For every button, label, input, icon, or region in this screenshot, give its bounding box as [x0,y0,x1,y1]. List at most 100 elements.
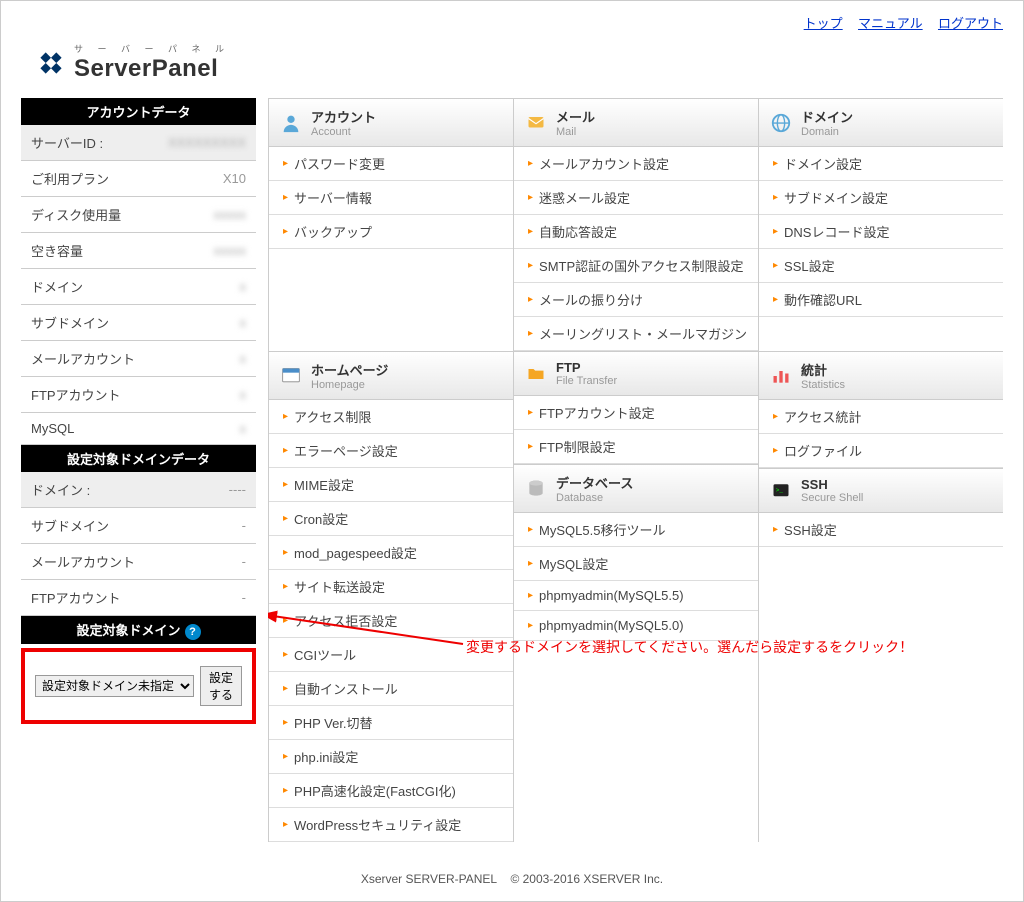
terminal-icon: >_ [769,481,793,501]
sidebar-row: サーバーID :XXXXXXXXX [21,125,256,161]
bullet-icon: ▸ [283,785,288,796]
svg-text:>_: >_ [776,486,784,493]
menu-item[interactable]: ▸SSL設定 [759,249,1003,283]
sidebar: アカウントデータ サーバーID :XXXXXXXXXご利用プランX10ディスク使… [21,98,256,842]
bullet-icon: ▸ [283,683,288,694]
domain-select-box: 設定対象ドメイン未指定 設定する [21,648,256,724]
menu-item[interactable]: ▸アクセス拒否設定 [269,604,513,638]
link-manual[interactable]: マニュアル [858,16,923,31]
bullet-icon: ▸ [773,411,778,422]
sidebar-row: MySQLx [21,413,256,445]
menu-item[interactable]: ▸FTP制限設定 [514,430,758,464]
sidebar-row: 空き容量xxxxx [21,233,256,269]
menu-item[interactable]: ▸php.ini設定 [269,740,513,774]
menu-item[interactable]: ▸メーリングリスト・メールマガジン [514,317,758,351]
menu-item[interactable]: ▸PHP高速化設定(FastCGI化) [269,774,513,808]
menu-item[interactable]: ▸サイト転送設定 [269,570,513,604]
menu-item[interactable]: ▸バックアップ [269,215,513,249]
bullet-icon: ▸ [773,226,778,237]
link-top[interactable]: トップ [804,16,843,31]
sidebar-row: ご利用プランX10 [21,161,256,197]
menu-item[interactable]: ▸MySQL設定 [514,547,758,581]
menu-item[interactable]: ▸パスワード変更 [269,147,513,181]
set-domain-button[interactable]: 設定する [200,666,242,706]
menu-item[interactable]: ▸メールアカウント設定 [514,147,758,181]
menu-item[interactable]: ▸mod_pagespeed設定 [269,536,513,570]
menu-item[interactable]: ▸Cron設定 [269,502,513,536]
sidebar-section-domain-data-header: 設定対象ドメインデータ [21,445,256,472]
bullet-icon: ▸ [528,158,533,169]
bullet-icon: ▸ [283,445,288,456]
logo-subtitle: サ ー バ ー パ ネ ル [74,42,230,55]
bullet-icon: ▸ [528,558,533,569]
help-icon[interactable]: ? [185,624,201,640]
menu-item[interactable]: ▸MySQL5.5移行ツール [514,513,758,547]
bullet-icon: ▸ [773,158,778,169]
bullet-icon: ▸ [773,445,778,456]
menu-item[interactable]: ▸自動応答設定 [514,215,758,249]
category-header-account: アカウントAccount [269,98,513,147]
menu-item[interactable]: ▸動作確認URL [759,283,1003,317]
sidebar-row: メールアカウントx [21,341,256,377]
menu-item[interactable]: ▸WordPressセキュリティ設定 [269,808,513,842]
menu-item[interactable]: ▸迷惑メール設定 [514,181,758,215]
bullet-icon: ▸ [528,407,533,418]
menu-item[interactable]: ▸SSH設定 [759,513,1003,547]
menu-item[interactable]: ▸SMTP認証の国外アクセス制限設定 [514,249,758,283]
menu-item[interactable]: ▸phpmyadmin(MySQL5.0) [514,611,758,641]
bullet-icon: ▸ [283,547,288,558]
bullet-icon: ▸ [528,328,533,339]
menu-item[interactable]: ▸サーバー情報 [269,181,513,215]
menu-item[interactable]: ▸DNSレコード設定 [759,215,1003,249]
bullet-icon: ▸ [283,192,288,203]
domain-select[interactable]: 設定対象ドメイン未指定 [35,675,194,697]
bullet-icon: ▸ [283,411,288,422]
bullet-icon: ▸ [528,620,533,631]
category-header-homepage: ホームページHomepage [269,351,513,400]
sidebar-row: FTPアカウントx [21,377,256,413]
sidebar-row: FTPアカウント- [21,580,256,616]
bullet-icon: ▸ [283,581,288,592]
bullet-icon: ▸ [283,717,288,728]
footer: Xserver SERVER-PANEL © 2003-2016 XSERVER… [1,857,1023,901]
main-panel: アカウントAccount ▸パスワード変更▸サーバー情報▸バックアップ メールM… [268,98,1003,842]
menu-item[interactable]: ▸PHP Ver.切替 [269,706,513,740]
bullet-icon: ▸ [283,819,288,830]
folder-icon [524,364,548,384]
bullet-icon: ▸ [283,751,288,762]
bullet-icon: ▸ [283,158,288,169]
logo: サ ー バ ー パ ネ ル ServerPanel [1,32,1023,98]
bullet-icon: ▸ [528,294,533,305]
menu-item[interactable]: ▸phpmyadmin(MySQL5.5) [514,581,758,611]
category-header-database: データベースDatabase [514,464,758,513]
category-header-ftp: FTPFile Transfer [514,351,758,396]
menu-item[interactable]: ▸ログファイル [759,434,1003,468]
link-logout[interactable]: ログアウト [938,16,1003,31]
sidebar-row: メールアカウント- [21,544,256,580]
bullet-icon: ▸ [773,294,778,305]
menu-item[interactable]: ▸アクセス制限 [269,400,513,434]
menu-item[interactable]: ▸メールの振り分け [514,283,758,317]
sidebar-row: サブドメイン- [21,508,256,544]
menu-item[interactable]: ▸サブドメイン設定 [759,181,1003,215]
menu-item[interactable]: ▸CGIツール [269,638,513,672]
globe-icon [769,113,793,133]
user-icon [279,113,303,133]
category-header-stats: 統計Statistics [759,351,1003,400]
bullet-icon: ▸ [283,479,288,490]
bullet-icon: ▸ [773,260,778,271]
category-header-ssh: >_ SSHSecure Shell [759,468,1003,513]
menu-item[interactable]: ▸ドメイン設定 [759,147,1003,181]
menu-item[interactable]: ▸アクセス統計 [759,400,1003,434]
bullet-icon: ▸ [283,226,288,237]
bullet-icon: ▸ [773,192,778,203]
menu-item[interactable]: ▸MIME設定 [269,468,513,502]
menu-item[interactable]: ▸エラーページ設定 [269,434,513,468]
top-links: トップ マニュアル ログアウト [1,1,1023,32]
category-header-domain: ドメインDomain [759,98,1003,147]
category-header-mail: メールMail [514,98,758,147]
bullet-icon: ▸ [283,513,288,524]
bullet-icon: ▸ [528,226,533,237]
menu-item[interactable]: ▸自動インストール [269,672,513,706]
menu-item[interactable]: ▸FTPアカウント設定 [514,396,758,430]
